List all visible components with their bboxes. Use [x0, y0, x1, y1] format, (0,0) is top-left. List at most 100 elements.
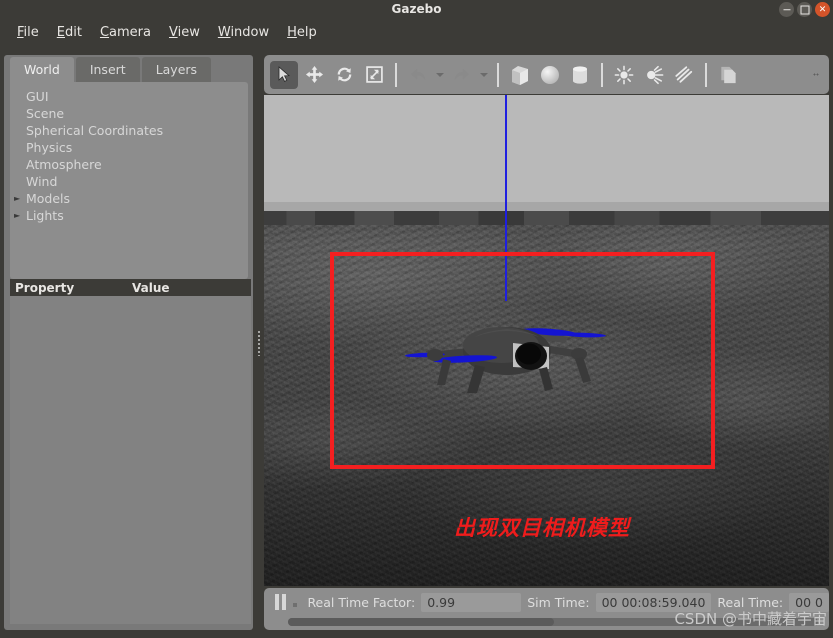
real-time-factor-value: 0.99 [421, 592, 522, 612]
directional-light-icon [675, 65, 693, 83]
insert-box-button[interactable] [506, 61, 534, 89]
close-button[interactable] [815, 2, 830, 17]
sim-time-label: Sim Time: [527, 594, 590, 610]
column-header-value: Value [132, 280, 170, 295]
tree-item-wind[interactable]: ► Wind [10, 173, 248, 190]
simulation-status-bar: Real Time Factor: 0.99 Sim Time: 00 00:0… [264, 588, 829, 630]
tree-item-label: Models [26, 191, 71, 206]
chevron-down-icon [480, 72, 488, 77]
menu-mnemonic-camera: C [99, 24, 110, 40]
title-bar: Gazebo [0, 0, 833, 18]
toolbar-separator [395, 62, 397, 87]
sky-background [264, 95, 829, 202]
toolbar-separator [705, 62, 707, 87]
3d-viewport[interactable]: 出现双目相机模型 [264, 95, 829, 586]
menu-item-edit[interactable]: Edit [48, 23, 91, 42]
copy-button[interactable] [714, 61, 742, 89]
menu-rest-view: iew [177, 24, 200, 40]
spot-light-icon [647, 65, 664, 84]
rotate-tool[interactable] [330, 61, 358, 89]
redo-history-dropdown[interactable] [478, 61, 490, 89]
insert-cylinder-button[interactable] [566, 61, 594, 89]
scale-icon [365, 66, 383, 83]
time-progress-fill [288, 618, 554, 626]
menu-mnemonic-help: H [287, 24, 297, 40]
chevron-right-icon[interactable]: ► [14, 207, 24, 224]
toolbar-separator [601, 62, 603, 87]
tree-item-label: Wind [26, 174, 58, 189]
tree-item-label: Spherical Coordinates [26, 123, 164, 138]
box-icon [512, 65, 528, 85]
tree-item-atmosphere[interactable]: ► Atmosphere [10, 156, 248, 173]
tree-item-label: Lights [26, 208, 64, 223]
menu-mnemonic-window: W [217, 24, 231, 40]
left-panel-tabs: World Insert Layers [10, 55, 213, 83]
tree-item-gui[interactable]: ► GUI [10, 88, 248, 105]
step-button[interactable] [288, 591, 301, 613]
menu-mnemonic-edit: E [56, 24, 65, 40]
tree-item-label: GUI [26, 89, 49, 104]
tree-item-physics[interactable]: ► Physics [10, 139, 248, 156]
undo-button[interactable] [404, 61, 432, 89]
spot-light-button[interactable] [640, 61, 668, 89]
maximize-button[interactable] [797, 2, 812, 17]
cursor-arrow-icon [278, 66, 290, 82]
selection-rectangle-annotation [330, 252, 715, 469]
menu-rest-help: elp [296, 24, 317, 40]
chevron-right-icon[interactable]: ► [14, 190, 24, 207]
chevron-down-icon [436, 72, 444, 77]
tree-item-scene[interactable]: ► Scene [10, 105, 248, 122]
insert-sphere-button[interactable] [536, 61, 564, 89]
menu-rest-camera: amera [109, 24, 151, 40]
directional-light-button[interactable] [670, 61, 698, 89]
window-controls [779, 2, 830, 17]
rotate-icon [337, 67, 351, 82]
select-tool[interactable] [270, 60, 298, 89]
undo-arrow-icon [410, 68, 426, 80]
menu-item-help[interactable]: Help [278, 23, 326, 42]
toolbar-overflow[interactable] [809, 61, 823, 89]
tab-world[interactable]: World [10, 57, 74, 83]
redo-arrow-icon [454, 68, 470, 80]
horizon-band [264, 202, 829, 211]
left-panel: World Insert Layers ► GUI ► Scene ► Sphe… [4, 55, 253, 630]
overflow-dots-icon [813, 73, 819, 76]
tree-item-lights[interactable]: ► Lights [10, 207, 248, 224]
world-tree: ► GUI ► Scene ► Spherical Coordinates ► … [10, 82, 248, 279]
menu-mnemonic-view: V [169, 24, 178, 40]
csdn-watermark: CSDN @书中藏着宇宙 [674, 610, 827, 628]
menu-item-window[interactable]: Window [209, 23, 278, 42]
sphere-icon [541, 65, 559, 84]
menu-item-camera[interactable]: Camera [91, 23, 160, 42]
distant-rocks [264, 211, 829, 225]
copy-pages-icon [721, 66, 736, 84]
cylinder-icon [573, 65, 587, 84]
splitter-grip-icon [256, 329, 260, 356]
main-area: World Insert Layers ► GUI ► Scene ► Sphe… [0, 46, 833, 638]
property-table-body [10, 296, 251, 624]
property-table-header: Property Value [10, 279, 251, 296]
column-header-property: Property [15, 280, 75, 295]
undo-history-dropdown[interactable] [434, 61, 446, 89]
translate-tool[interactable] [300, 61, 328, 89]
menu-bar: File Edit Camera View Window Help [0, 18, 833, 46]
menu-item-view[interactable]: View [160, 23, 209, 42]
pause-button[interactable] [272, 591, 288, 613]
toolbar-separator [497, 62, 499, 87]
real-time-factor-label: Real Time Factor: [307, 594, 416, 610]
tab-insert[interactable]: Insert [75, 57, 140, 83]
main-vertical-splitter[interactable] [253, 55, 263, 630]
scale-tool[interactable] [360, 61, 388, 89]
menu-item-file[interactable]: File [8, 23, 48, 42]
tree-item-models[interactable]: ► Models [10, 190, 248, 207]
menu-rest-file: ile [23, 24, 39, 40]
point-light-button[interactable] [610, 61, 638, 89]
tab-layers[interactable]: Layers [141, 57, 212, 83]
render-panel: 出现双目相机模型 Real Time Factor: 0.99 Sim Time… [264, 55, 829, 630]
minimize-button[interactable] [779, 2, 794, 17]
redo-button[interactable] [448, 61, 476, 89]
menu-rest-window: indow [230, 24, 270, 40]
annotation-text: 出现双目相机模型 [454, 515, 630, 540]
tree-item-spherical-coordinates[interactable]: ► Spherical Coordinates [10, 122, 248, 139]
move-arrows-icon [305, 65, 323, 84]
